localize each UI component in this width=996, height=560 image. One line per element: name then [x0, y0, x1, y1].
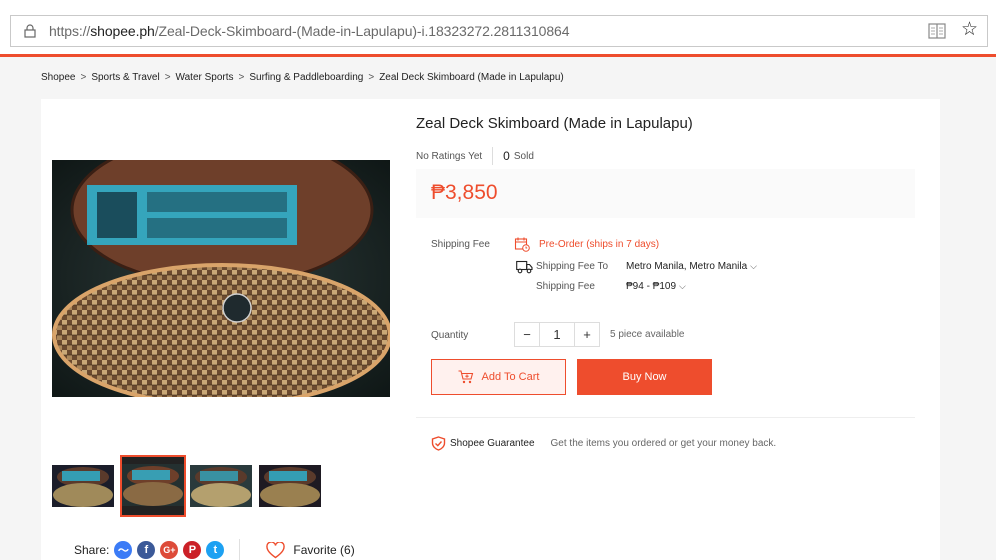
thumbnail-4[interactable] [259, 465, 321, 507]
add-to-cart-button[interactable]: Add To Cart [431, 359, 566, 395]
twitter-share-icon[interactable]: t [206, 541, 225, 559]
quantity-label: Quantity [431, 330, 469, 341]
breadcrumb-current: Zeal Deck Skimboard (Made in Lapulapu) [379, 72, 564, 83]
shipping-label: Shipping Fee [431, 239, 490, 250]
quantity-input[interactable]: 1 [539, 323, 575, 346]
heart-icon [266, 541, 286, 558]
product-card: Share: 〜 f G+ P t Favorite (6) Zeal Deck… [41, 99, 940, 560]
favorite-button[interactable]: Favorite (6) [266, 541, 355, 559]
quantity-stepper: − 1 + [514, 322, 600, 347]
breadcrumb-separator: > [238, 72, 245, 83]
lock-icon [24, 24, 36, 38]
shipping-to-dropdown[interactable]: Metro Manila, Metro Manila ⌵ [626, 261, 757, 272]
bookmark-star-icon[interactable]: ☆ [961, 19, 978, 41]
pinterest-share-icon[interactable]: P [183, 541, 202, 559]
reader-view-icon[interactable] [928, 23, 946, 39]
preorder-notice: Pre-Order (ships in 7 days) [539, 239, 660, 250]
breadcrumb-item[interactable]: Water Sports [176, 72, 234, 83]
shipping-fee-dropdown[interactable]: ₱94 - ₱109 ⌵ [626, 281, 686, 292]
google-plus-share-icon[interactable]: G+ [160, 541, 179, 559]
breadcrumb-separator: > [368, 72, 375, 83]
header-accent-line [0, 54, 996, 57]
thumbnail-2-selected[interactable] [120, 455, 186, 517]
cart-plus-icon [458, 370, 473, 384]
breadcrumb: Shopee > Sports & Travel > Water Sports > Surf… [41, 72, 564, 83]
browser-toolbar: https://shopee.ph/Zeal-Deck-Skimboard-(M… [0, 0, 996, 55]
favorite-count: Favorite (6) [293, 543, 355, 557]
add-to-cart-label: Add To Cart [481, 371, 540, 383]
guarantee-title: Shopee Guarantee [450, 438, 535, 449]
price-box: ₱3,850 [416, 169, 915, 218]
buy-now-button[interactable]: Buy Now [577, 359, 712, 395]
quantity-decrease-button[interactable]: − [515, 323, 539, 346]
ratings-row: No Ratings Yet 0 Sold [416, 147, 534, 165]
thumbnail-1[interactable] [52, 465, 114, 507]
url-text: https://shopee.ph/Zeal-Deck-Skimboard-(M… [49, 23, 570, 39]
breadcrumb-item[interactable]: Shopee [41, 72, 75, 83]
product-main-image[interactable] [52, 160, 390, 397]
shield-check-icon [431, 436, 446, 451]
breadcrumb-item[interactable]: Surfing & Paddleboarding [249, 72, 363, 83]
shipping-to-label: Shipping Fee To [536, 261, 609, 272]
chevron-down-icon: ⌵ [679, 281, 686, 291]
facebook-share-icon[interactable]: f [137, 541, 156, 559]
sold-count: 0 [503, 149, 510, 163]
product-price: ₱3,850 [431, 181, 498, 204]
divider [492, 147, 494, 165]
address-bar[interactable]: https://shopee.ph/Zeal-Deck-Skimboard-(M… [10, 15, 988, 47]
thumbnail-3[interactable] [190, 465, 252, 507]
quantity-increase-button[interactable]: + [575, 323, 599, 346]
breadcrumb-item[interactable]: Sports & Travel [91, 72, 159, 83]
divider [239, 539, 241, 560]
messenger-share-icon[interactable]: 〜 [114, 541, 133, 559]
product-title: Zeal Deck Skimboard (Made in Lapulapu) [416, 115, 693, 132]
sold-label: Sold [513, 150, 534, 162]
divider [416, 417, 915, 418]
share-row: Share: 〜 f G+ P t Favorite (6) [74, 539, 355, 560]
truck-icon [516, 260, 533, 274]
calendar-clock-icon [514, 237, 530, 252]
breadcrumb-separator: > [80, 72, 87, 83]
ratings-text: No Ratings Yet [416, 150, 483, 162]
stock-available: 5 piece available [610, 329, 685, 340]
breadcrumb-separator: > [164, 72, 171, 83]
guarantee-text: Get the items you ordered or get your mo… [550, 438, 777, 449]
chevron-down-icon: ⌵ [750, 261, 757, 271]
share-label: Share: [74, 543, 110, 557]
shopee-guarantee: Shopee Guarantee Get the items you order… [431, 436, 776, 451]
shipping-fee-label: Shipping Fee [536, 281, 595, 292]
